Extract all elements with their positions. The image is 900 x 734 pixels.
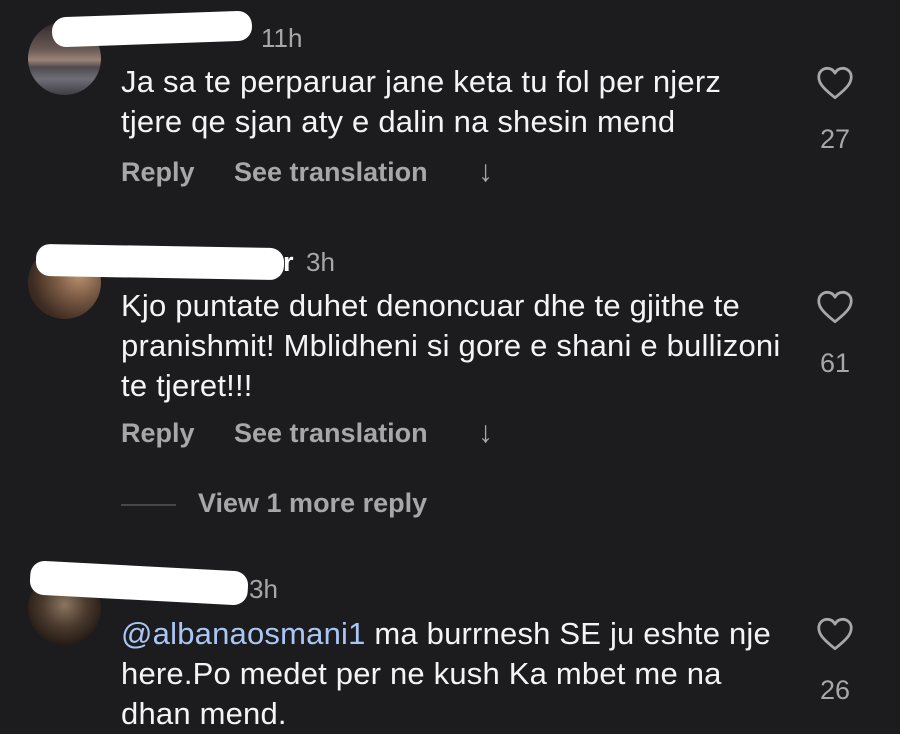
like-count: 26	[819, 675, 851, 705]
mention-link[interactable]: @albanaosmani1	[121, 616, 366, 651]
username[interactable]: j	[233, 574, 241, 605]
heart-icon[interactable]	[816, 617, 854, 651]
comment-time: 3h	[249, 574, 278, 604]
comment-text: @albanaosmani1 ma burrnesh SE ju eshte n…	[121, 614, 771, 734]
comment-3: j 3h @albanaosmani1 ma burrnesh SE ju es…	[0, 0, 900, 731]
